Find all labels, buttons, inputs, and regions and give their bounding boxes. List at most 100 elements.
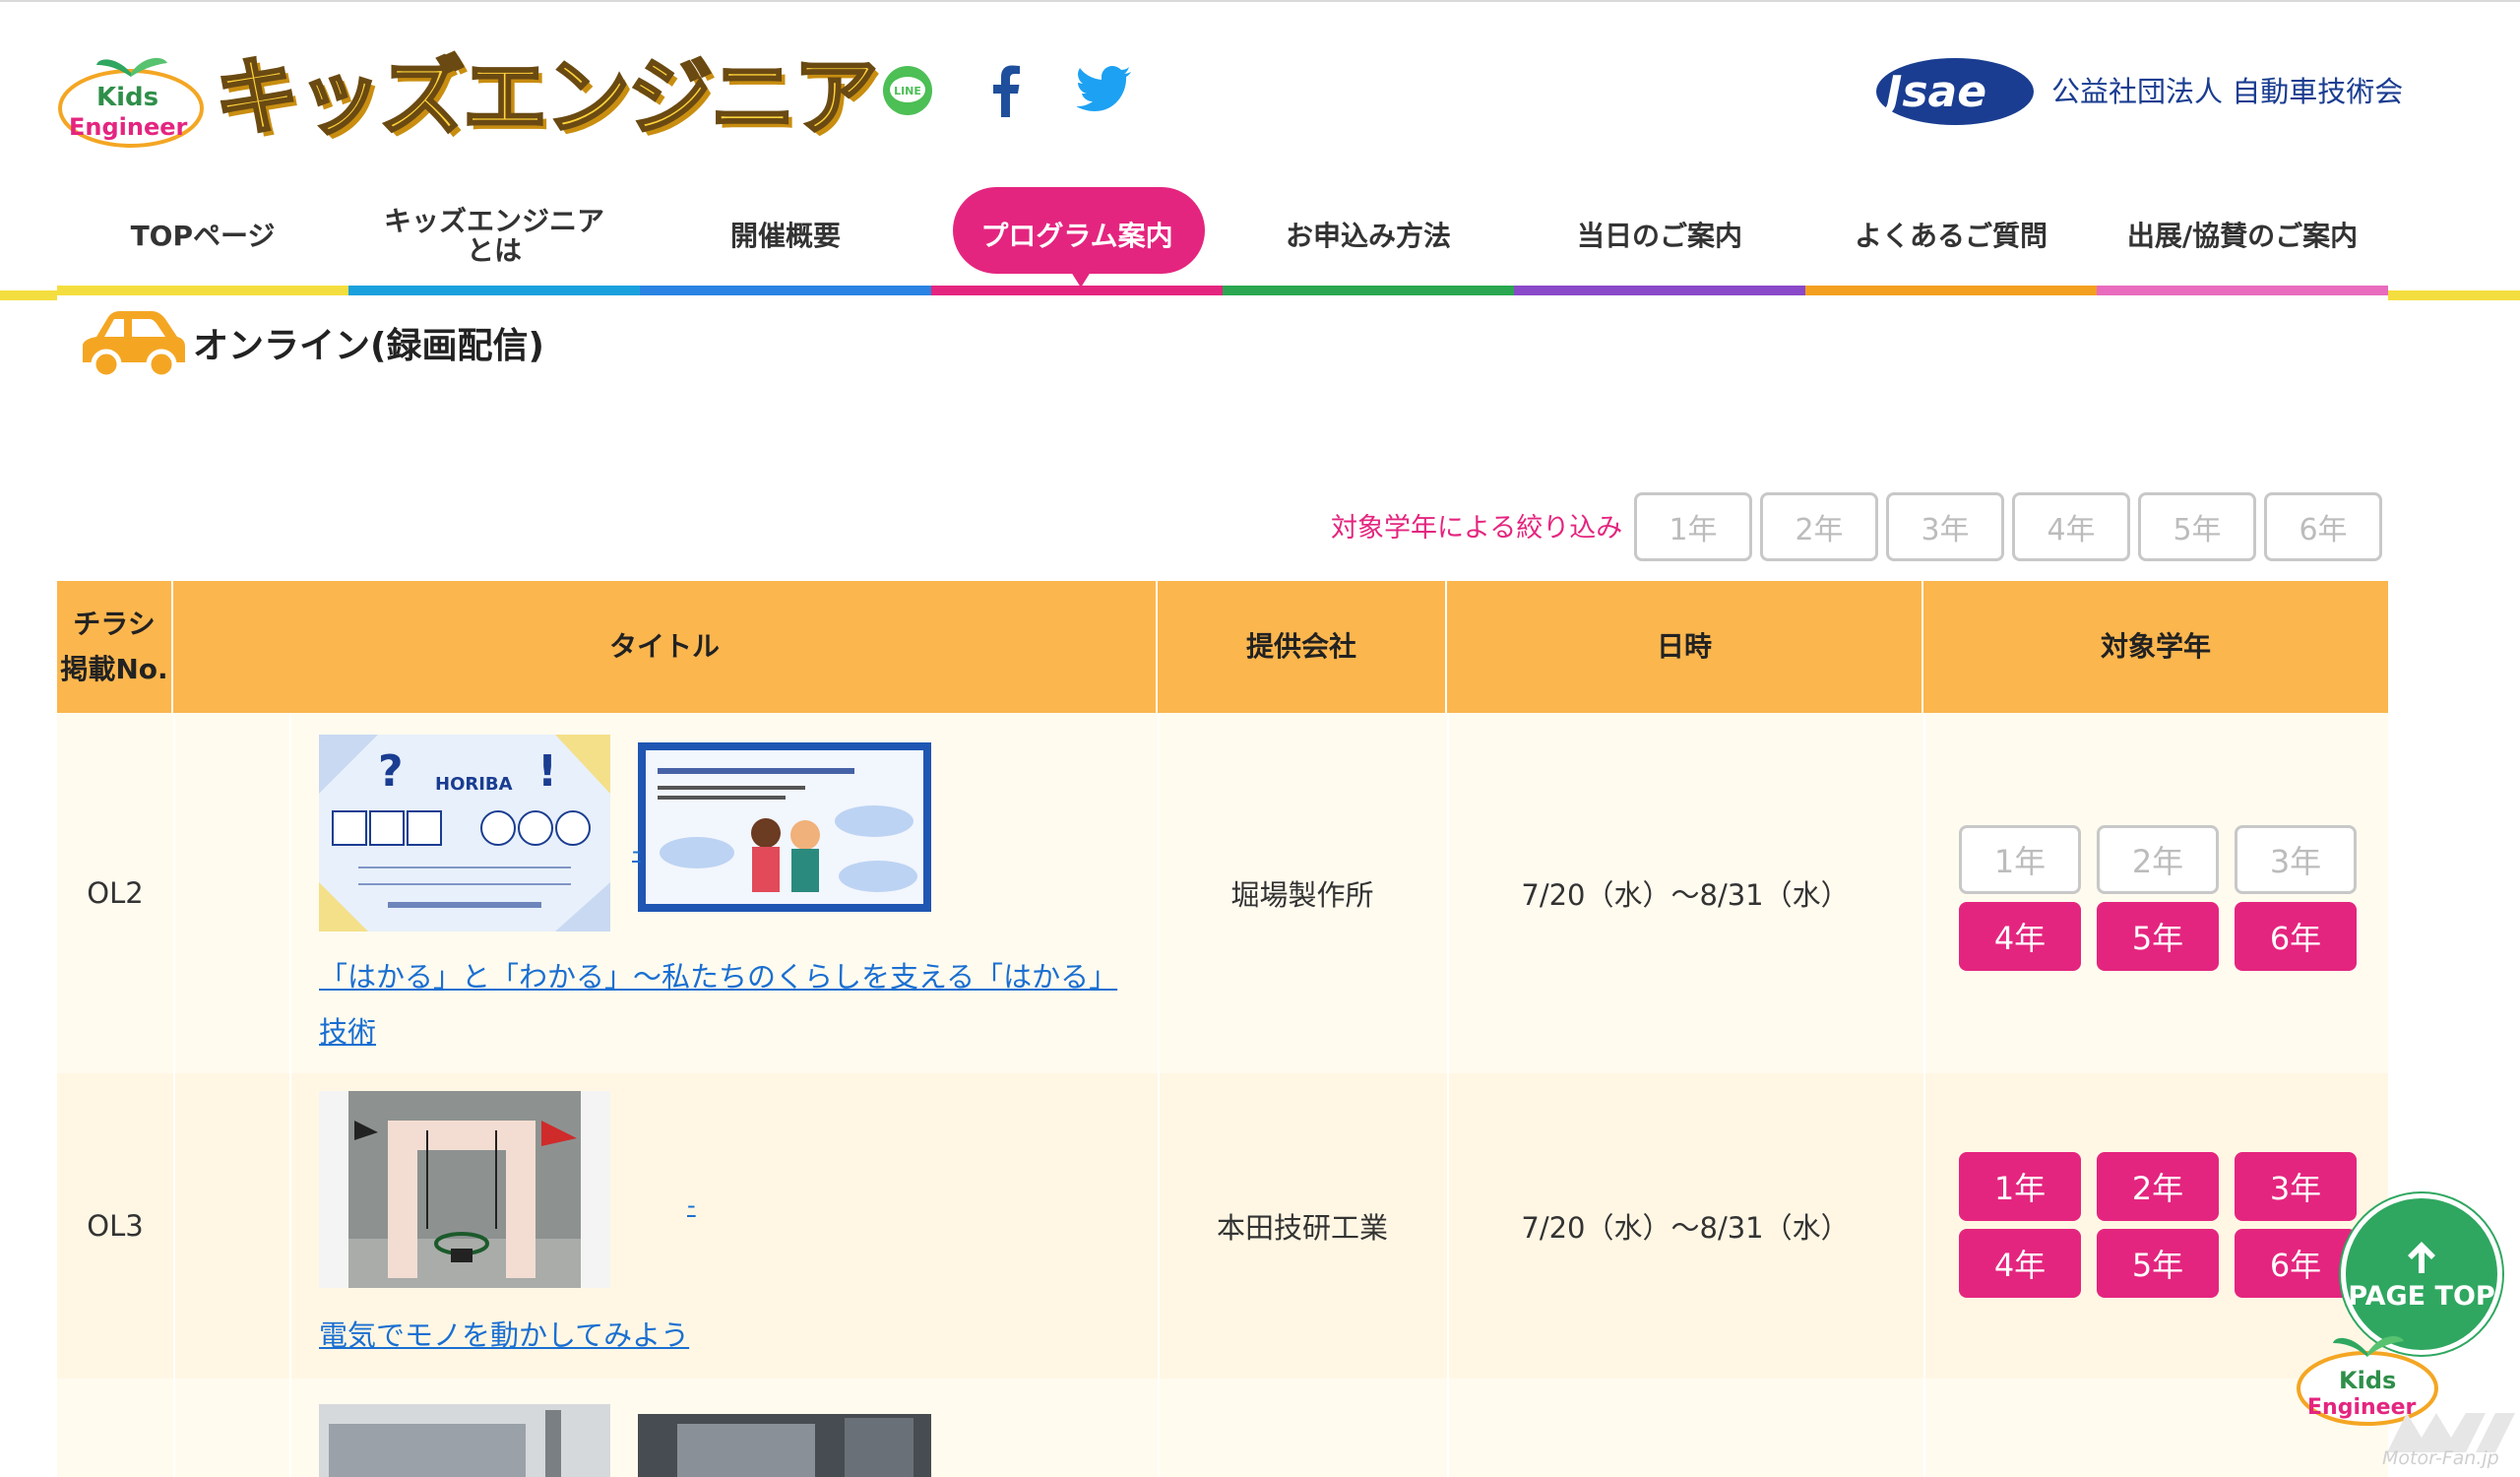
- grade-badge: 1年: [1959, 1152, 2081, 1221]
- site-logo[interactable]: Kids Engineer キッズエンジニア: [57, 39, 880, 153]
- nav-item-2[interactable]: キッズエンジニア とは: [348, 177, 640, 295]
- col-divider: [1923, 1379, 1925, 1477]
- nav-color-bar: [640, 286, 931, 295]
- nav-color-bar: [931, 286, 1223, 295]
- header-grade: 対象学年: [2100, 630, 2211, 663]
- grade-filter-button[interactable]: 1年: [1634, 492, 1752, 561]
- grade-filter-label: 対象学年による絞り込み: [1331, 513, 1623, 544]
- row-date: 7/20（水）〜8/31（水）: [1521, 878, 1850, 912]
- table-row: OL2 ? HORIBA ! - 「はかる」と「わかる」〜私たちのくらしを支える…: [57, 713, 2388, 1104]
- flyer-thumbnail-2[interactable]: [638, 742, 931, 912]
- nav-item-label: お申込み方法: [1285, 220, 1451, 252]
- org-name: 公益社団法人 自動車技術会: [2051, 75, 2404, 108]
- nav-item-1[interactable]: TOPページ: [57, 177, 348, 295]
- line-share-button[interactable]: LINE: [876, 59, 939, 122]
- col-divider: [173, 1073, 175, 1379]
- header-company: 提供会社: [1158, 581, 1447, 713]
- nav-item-3[interactable]: 開催概要: [640, 177, 931, 295]
- nav-line-left: [0, 290, 57, 300]
- svg-text:?: ?: [378, 746, 404, 797]
- svg-text:Jsae: Jsae: [1878, 67, 1986, 117]
- col-divider: [1447, 1379, 1449, 1477]
- title-dash-link[interactable]: -: [687, 1191, 696, 1219]
- col-divider: [289, 1073, 291, 1379]
- twitter-icon: [1077, 66, 1131, 111]
- grade-badge: 6年: [2235, 902, 2357, 971]
- col-divider: [173, 713, 175, 1073]
- title-dash-link[interactable]: -: [632, 837, 641, 865]
- watermark-text: Motor-Fan.jp: [2382, 1447, 2499, 1469]
- motor-experiment-image: [319, 1091, 610, 1288]
- line-icon: LINE: [883, 66, 932, 115]
- nav-item-5[interactable]: お申込み方法: [1223, 177, 1514, 295]
- nav-item-4[interactable]: プログラム案内: [931, 177, 1223, 295]
- grade-badge: 2年: [2097, 1152, 2219, 1221]
- col-divider: [289, 1379, 291, 1477]
- grade-filter-button[interactable]: 5年: [2138, 492, 2256, 561]
- grade-filter-button[interactable]: 6年: [2264, 492, 2382, 561]
- grade-badge: 2年: [2097, 825, 2219, 894]
- row-date: 7/20（水）〜8/31（水）: [1521, 1211, 1850, 1245]
- nav-item-label: 出展/協賛のご案内: [2126, 220, 2359, 252]
- nav-line-right: [2388, 290, 2520, 300]
- svg-text:!: !: [537, 746, 557, 797]
- header-title: タイトル: [173, 581, 1158, 713]
- car-measure-flyer-image: [638, 742, 931, 912]
- grade-filter-button[interactable]: 3年: [1886, 492, 2004, 561]
- grade-badge: 4年: [1959, 902, 2081, 971]
- flyer-brand: HORIBA: [435, 774, 513, 795]
- grade-badge: 5年: [2097, 1229, 2219, 1298]
- top-border: [0, 0, 2520, 2]
- grade-badge: 3年: [2235, 825, 2357, 894]
- horiba-flyer-image: ? HORIBA !: [319, 735, 610, 931]
- car-photo-image: [319, 1404, 610, 1477]
- grade-filter-button[interactable]: 2年: [1760, 492, 1878, 561]
- nav-item-label: 当日のご案内: [1576, 220, 1742, 252]
- program-title-link[interactable]: 電気でモノを動かしてみよう: [319, 1308, 1146, 1363]
- header-no: チラシ 掲載No.: [57, 581, 173, 713]
- table-header: チラシ 掲載No. タイトル 提供会社 日時 対象学年: [57, 581, 2388, 713]
- col-divider: [1923, 1073, 1925, 1379]
- col-divider: [289, 713, 291, 1073]
- nav-item-6[interactable]: 当日のご案内: [1514, 177, 1805, 295]
- grade-badge: 5年: [2097, 902, 2219, 971]
- grade-badge: 3年: [2235, 1152, 2357, 1221]
- car-photo-image: [638, 1414, 931, 1477]
- nav-item-7[interactable]: よくあるご質問: [1805, 177, 2097, 295]
- nav-color-bar: [1223, 286, 1514, 295]
- jsae-logo-icon[interactable]: Jsae: [1868, 55, 2036, 129]
- svg-text:Kids: Kids: [2339, 1367, 2396, 1394]
- grade-filter-button[interactable]: 4年: [2012, 492, 2130, 561]
- row-no: OL3: [87, 1209, 144, 1243]
- table-row: [57, 1379, 2388, 1477]
- experiment-thumbnail[interactable]: [319, 1091, 610, 1288]
- grade-badge: 4年: [1959, 1229, 2081, 1298]
- nav-color-bar: [1514, 286, 1805, 295]
- col-divider: [173, 1379, 175, 1477]
- logo-text: キッズエンジニア: [214, 47, 880, 149]
- svg-text:Engineer: Engineer: [69, 113, 188, 141]
- col-divider: [1923, 713, 1925, 1073]
- nav-item-label: TOPページ: [130, 220, 276, 252]
- nav-color-bar: [57, 286, 348, 295]
- flyer-thumbnail[interactable]: [319, 1404, 610, 1477]
- page-top-label: PAGE TOP: [2348, 1280, 2495, 1312]
- grade-badge: 1年: [1959, 825, 2081, 894]
- grade-badge: 6年: [2235, 1229, 2357, 1298]
- car-icon: [83, 311, 185, 380]
- section-title: オンライン(録画配信): [193, 326, 544, 366]
- nav-item-label: よくあるご質問: [1854, 220, 2048, 252]
- twitter-share-button[interactable]: [1073, 59, 1136, 122]
- flyer-thumbnail[interactable]: ? HORIBA !: [319, 735, 610, 931]
- nav-item-8[interactable]: 出展/協賛のご案内: [2097, 177, 2388, 295]
- header-date: 日時: [1447, 581, 1923, 713]
- global-nav: TOPページ キッズエンジニア とは 開催概要 プログラム案内 お申込み方法 当日のご案内…: [57, 177, 2388, 295]
- facebook-share-button[interactable]: [975, 59, 1038, 122]
- flyer-thumbnail-2[interactable]: [638, 1414, 931, 1477]
- nav-item-label: 開催概要: [729, 220, 841, 252]
- nav-color-bar: [2097, 286, 2388, 295]
- nav-item-label: キッズエンジニア とは: [383, 205, 604, 267]
- svg-text:LINE: LINE: [894, 85, 921, 97]
- nav-color-bar: [348, 286, 640, 295]
- row-company: 堀場製作所: [1230, 878, 1374, 912]
